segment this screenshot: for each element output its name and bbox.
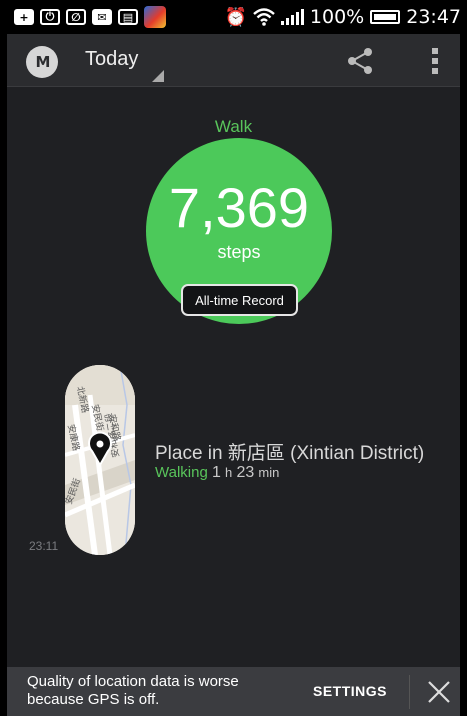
- app-logo-letter: M: [35, 53, 51, 71]
- battery-percent: 100%: [309, 6, 365, 28]
- keyboard-icon: ▤: [118, 9, 138, 25]
- steps-value: 7,369: [168, 176, 310, 239]
- duration-hours: 1: [211, 464, 221, 481]
- hours-unit: h: [225, 465, 233, 480]
- notification-icons: + ⏻ ∅ ✉ ▤: [14, 6, 166, 28]
- gps-snackbar: Quality of location data is worse becaus…: [7, 667, 460, 716]
- close-icon[interactable]: [426, 679, 452, 705]
- settings-button[interactable]: SETTINGS: [313, 683, 387, 699]
- app-screen: M Today Walk 7,369 steps All-time Record: [7, 34, 460, 716]
- share-icon[interactable]: [345, 48, 375, 74]
- snackbar-divider: [409, 675, 410, 709]
- system-icons: ⏰ 100% 23:47: [224, 6, 461, 28]
- clock: 23:47: [406, 6, 461, 28]
- battery-icon: [370, 10, 401, 24]
- mail-icon: ✉: [92, 9, 112, 25]
- signal-icon: [280, 9, 304, 25]
- plus-icon: +: [14, 9, 34, 25]
- power-icon: ⏻: [40, 9, 60, 25]
- place-activity-summary: Walking 1 h 23 min: [155, 464, 279, 482]
- duration-minutes: 23: [236, 464, 255, 481]
- overflow-menu-icon[interactable]: [425, 46, 445, 76]
- minutes-unit: min: [258, 465, 280, 480]
- map-image: 北新路 安民街 安和路 安康路 安和路二段 安民街: [65, 365, 135, 555]
- game-app-icon: [144, 6, 166, 28]
- status-bar: + ⏻ ∅ ✉ ▤ ⏰ 100% 23:47: [0, 0, 467, 34]
- place-map-thumbnail[interactable]: 北新路 安民街 安和路 安康路 安和路二段 安民街: [65, 365, 135, 555]
- wifi-icon: [253, 8, 275, 26]
- snackbar-message: Quality of location data is worse becaus…: [27, 673, 239, 708]
- place-start-time: 23:11: [29, 539, 59, 553]
- spinner-triangle-icon: [152, 70, 165, 82]
- steps-unit: steps: [217, 242, 261, 262]
- all-time-record-badge: All-time Record: [181, 284, 298, 316]
- app-logo-icon[interactable]: M: [26, 46, 58, 78]
- action-bar: M Today: [7, 34, 460, 87]
- leaf-icon: ∅: [66, 9, 86, 25]
- activity-type: Walking: [155, 464, 208, 481]
- period-spinner[interactable]: Today: [85, 48, 165, 82]
- place-title[interactable]: Place in 新店區 (Xintian District): [155, 438, 424, 465]
- alarm-icon: ⏰: [224, 6, 247, 28]
- period-label: Today: [85, 48, 139, 70]
- activity-label: Walk: [214, 117, 253, 136]
